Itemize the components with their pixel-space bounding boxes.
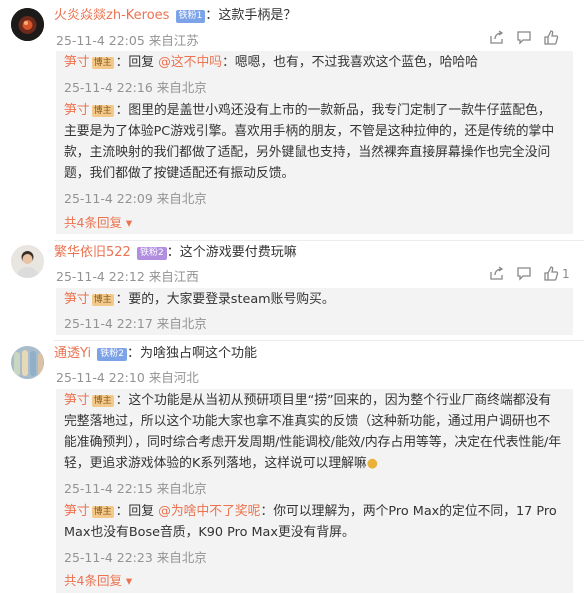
- comment-author[interactable]: 繁华依旧522: [54, 245, 131, 260]
- colon-sep: ：: [205, 8, 219, 23]
- share-icon[interactable]: [489, 266, 516, 281]
- comment-author[interactable]: 火炎焱燚zh-Keroes: [54, 8, 169, 23]
- like-icon[interactable]: 1: [543, 266, 570, 281]
- like-count: 1: [562, 266, 570, 281]
- comment-text: 这个游戏要付费玩嘛: [179, 245, 297, 260]
- comment-content: 火炎焱燚zh-Keroes 铁粉1 ：这款手柄是？: [54, 6, 572, 26]
- share-icon[interactable]: [489, 30, 516, 45]
- divider: [54, 240, 584, 241]
- mention-link[interactable]: @这不中吗: [158, 55, 222, 70]
- avatar[interactable]: [11, 346, 44, 379]
- reply-meta: 25-11-4 22:16 来自北京: [64, 80, 207, 95]
- avatar[interactable]: [11, 245, 44, 278]
- reply-text: ：要的，大家要登录steam账号购买。: [115, 292, 335, 307]
- comment-list: 火炎焱燚zh-Keroes 铁粉1 ：这款手柄是？ 25-11-4 22:05 来…: [0, 0, 584, 594]
- reply-prefix: ：回复: [115, 55, 159, 70]
- blogger-badge: 博主: [91, 57, 114, 69]
- blogger-badge: 博主: [91, 294, 114, 306]
- reply-text: ：嗯嗯，也有，不过我喜欢这个蓝色，哈哈哈: [222, 55, 478, 70]
- reply-author[interactable]: 笋寸: [64, 504, 90, 519]
- divider: [54, 340, 584, 341]
- reply-meta: 25-11-4 22:15 来自北京: [64, 481, 207, 496]
- reply-item: 笋寸 博主 ：这个功能是从当初从预研项目里“捞”回来的，因为整个行业厂商终端都没有完…: [64, 390, 563, 474]
- reply-item: 笋寸 博主 ：回复 @这不中吗：嗯嗯，也有，不过我喜欢这个蓝色，哈哈哈: [64, 52, 563, 73]
- reply-meta: 25-11-4 22:23 来自北京: [64, 550, 207, 565]
- reply-author[interactable]: 笋寸: [64, 103, 90, 118]
- reply-text: ：这个功能是从当初从预研项目里“捞”回来的，因为整个行业厂商终端都没有完整落地过…: [64, 393, 562, 471]
- reply-item: 笋寸 博主 ：图里的是盖世小鸡还没有上市的一款新品，我专门定制了一款牛仔蓝配色，主要…: [64, 100, 563, 184]
- reply-item: 笋寸 博主 ：要的，大家要登录steam账号购买。: [64, 289, 563, 310]
- reply-box: 笋寸 博主 ：这个功能是从当初从预研项目里“捞”回来的，因为整个行业厂商终端都没有完…: [56, 389, 573, 593]
- reply-meta: 25-11-4 22:17 来自北京: [64, 316, 207, 331]
- chevron-down-icon: ▾: [121, 215, 133, 230]
- more-replies-label: 共4条回复: [64, 573, 122, 588]
- comment-text: 为啥独占啊这个功能: [139, 346, 257, 361]
- like-icon[interactable]: [543, 30, 570, 45]
- reply-box: 笋寸 博主 ：回复 @这不中吗：嗯嗯，也有，不过我喜欢这个蓝色，哈哈哈 25-11-…: [56, 51, 573, 234]
- fan-badge: 铁粉2: [136, 247, 167, 260]
- reply-box: 笋寸 博主 ：要的，大家要登录steam账号购买。 25-11-4 22:17 来自…: [56, 288, 573, 335]
- lightbulb-icon: ●: [366, 456, 378, 471]
- reply-item: 笋寸 博主 ：回复 @为啥中不了奖呢：你可以理解为，两个Pro Max的定位不同，1…: [64, 501, 563, 543]
- fan-badge: 铁粉1: [175, 10, 206, 23]
- comment-content: 繁华依旧522 铁粉2 ：这个游戏要付费玩嘛: [54, 243, 572, 263]
- more-replies-link[interactable]: 共4条回复 ▾: [64, 570, 132, 589]
- reply-author[interactable]: 笋寸: [64, 292, 90, 307]
- blogger-badge: 博主: [91, 506, 114, 518]
- reply-text: ：图里的是盖世小鸡还没有上市的一款新品，我专门定制了一款牛仔蓝配色，主要是为了体…: [64, 103, 555, 181]
- comment-actions: 1: [489, 266, 570, 281]
- comment-icon[interactable]: [516, 266, 543, 281]
- comment-meta: 25-11-4 22:10 来自河北: [56, 370, 199, 385]
- mention-link[interactable]: @为啥中不了奖呢: [158, 504, 260, 519]
- comment-meta: 25-11-4 22:05 来自江苏: [56, 33, 199, 48]
- chevron-down-icon: ▾: [121, 573, 133, 588]
- colon-sep: ：: [126, 346, 140, 361]
- comment-author[interactable]: 通透Yi: [54, 346, 91, 361]
- comment-actions: [489, 30, 570, 45]
- more-replies-link[interactable]: 共4条回复 ▾: [64, 212, 132, 231]
- reply-author[interactable]: 笋寸: [64, 393, 90, 408]
- colon-sep: ：: [166, 245, 180, 260]
- fan-badge: 铁粉2: [97, 348, 127, 361]
- reply-author[interactable]: 笋寸: [64, 55, 90, 70]
- comment-content: 通透Yi 铁粉2 ：为啥独占啊这个功能: [54, 344, 572, 364]
- avatar[interactable]: [11, 8, 44, 41]
- more-replies-label: 共4条回复: [64, 215, 122, 230]
- reply-meta: 25-11-4 22:09 来自北京: [64, 191, 207, 206]
- comment-meta: 25-11-4 22:12 来自江西: [56, 269, 199, 284]
- blogger-badge: 博主: [91, 395, 114, 407]
- comment-icon[interactable]: [516, 30, 543, 45]
- comment-text: 这款手柄是？: [218, 8, 297, 23]
- blogger-badge: 博主: [91, 105, 114, 117]
- reply-prefix: ：回复: [115, 504, 159, 519]
